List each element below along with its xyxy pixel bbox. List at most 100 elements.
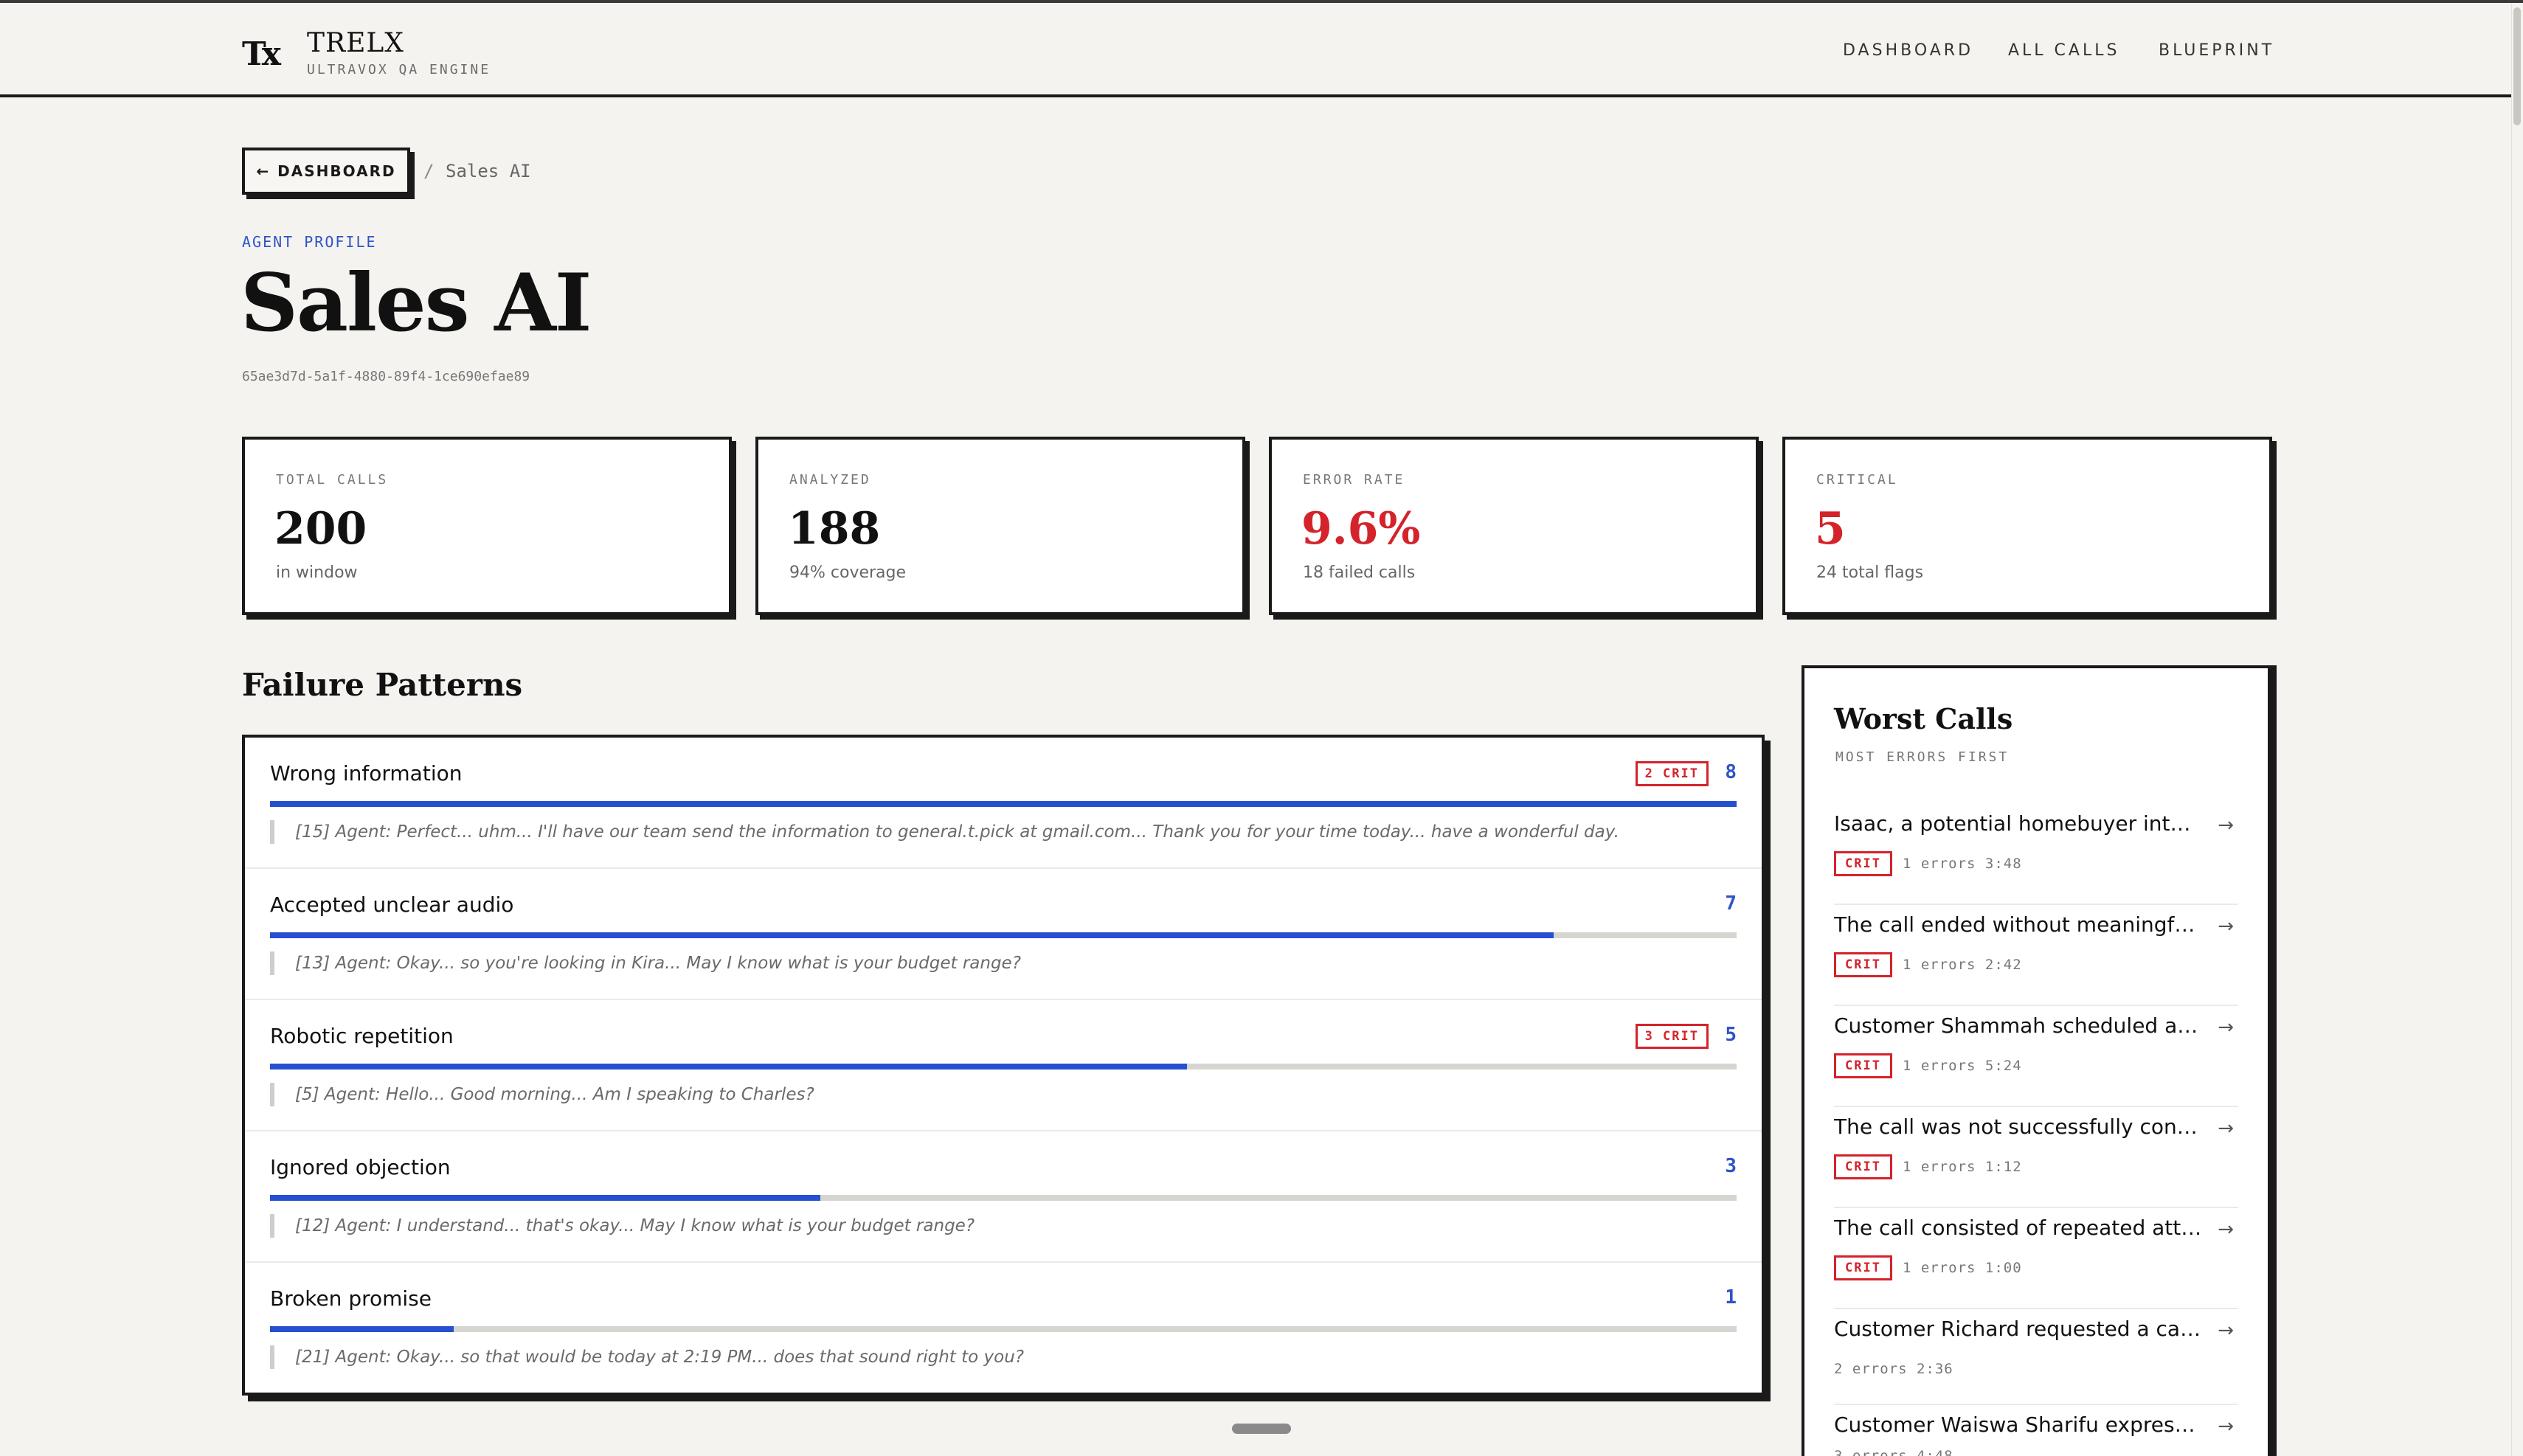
worst-call-item[interactable]: Customer Shammah scheduled an a... → CRI… xyxy=(1834,1006,2238,1107)
nav-all-calls[interactable]: ALL CALLS xyxy=(2008,41,2119,60)
arrow-right-icon: → xyxy=(2218,1016,2234,1039)
arrow-right-icon: → xyxy=(2218,1320,2234,1342)
stat-label: TOTAL CALLS xyxy=(276,472,389,488)
logo[interactable]: Tx xyxy=(242,32,286,77)
stat-card-total-calls: TOTAL CALLS 200 in window xyxy=(242,437,732,615)
pattern-quote: [21] Agent: Okay... so that would be tod… xyxy=(270,1345,1737,1369)
arrow-right-icon: → xyxy=(2218,1117,2234,1140)
arrow-right-icon: → xyxy=(2218,814,2234,836)
stat-value: 188 xyxy=(788,503,881,555)
call-info: 1 errors 5:24 xyxy=(1902,1058,2022,1074)
pattern-name: Robotic repetition xyxy=(270,1024,454,1048)
call-summary: Customer Waiswa Sharifu expressed... xyxy=(1834,1412,2203,1437)
call-info: 1 errors 3:48 xyxy=(1902,856,2022,872)
page-eyebrow: AGENT PROFILE xyxy=(242,233,377,251)
pattern-name: Wrong information xyxy=(270,761,463,786)
brand-name: TRELX xyxy=(307,28,404,58)
pattern-name: Broken promise xyxy=(270,1286,432,1311)
pattern-name: Accepted unclear audio xyxy=(270,892,514,917)
call-summary: Isaac, a potential homebuyer interes... xyxy=(1834,811,2203,836)
stat-label: CRITICAL xyxy=(1816,472,1898,488)
worst-call-item[interactable]: The call ended without meaningful c... →… xyxy=(1834,905,2238,1006)
stat-sub: 18 failed calls xyxy=(1303,564,1416,582)
pattern-count: 8 xyxy=(1725,761,1737,783)
worst-call-item[interactable]: Customer Richard requested a callb... → … xyxy=(1834,1309,2238,1405)
call-info: 1 errors 2:42 xyxy=(1902,957,2022,973)
pattern-bar xyxy=(270,1195,1737,1201)
stat-label: ANALYZED xyxy=(789,472,871,488)
call-info: 2 errors 2:36 xyxy=(1834,1361,1953,1377)
call-summary: Customer Shammah scheduled an a... xyxy=(1834,1013,2203,1038)
pattern-quote: [15] Agent: Perfect... uhm... I'll have … xyxy=(270,820,1737,844)
call-summary: The call consisted of repeated attem... xyxy=(1834,1216,2203,1240)
failure-patterns-title: Failure Patterns xyxy=(242,667,523,703)
pattern-name: Ignored objection xyxy=(270,1155,451,1179)
pattern-bar-fill xyxy=(270,1064,1187,1070)
critical-badge: 3 CRIT xyxy=(1635,1024,1709,1049)
pattern-bar xyxy=(270,801,1737,807)
stat-value: 200 xyxy=(274,503,367,555)
call-info: 1 errors 1:00 xyxy=(1902,1260,2022,1276)
stat-sub: 24 total flags xyxy=(1816,564,1924,582)
pattern-count: 3 xyxy=(1725,1155,1737,1177)
call-meta: 2 errors 2:36 xyxy=(1834,1356,1953,1382)
worst-call-item[interactable]: Customer Waiswa Sharifu expressed... → 3… xyxy=(1834,1405,2238,1456)
critical-badge: CRIT xyxy=(1834,1255,1892,1280)
pattern-bar xyxy=(270,1326,1737,1332)
critical-badge: CRIT xyxy=(1834,851,1892,876)
call-summary: The call ended without meaningful c... xyxy=(1834,912,2203,937)
critical-badge: CRIT xyxy=(1834,1053,1892,1078)
back-button-label: DASHBOARD xyxy=(277,162,396,180)
stat-sub: 94% coverage xyxy=(789,564,907,582)
pattern-bar-fill xyxy=(270,932,1554,938)
page-title: Sales AI xyxy=(240,257,592,350)
worst-call-item[interactable]: Isaac, a potential homebuyer interes... … xyxy=(1834,804,2238,905)
nav-dashboard[interactable]: DASHBOARD xyxy=(1843,41,1973,60)
top-nav-bar: Tx TRELX ULTRAVOX QA ENGINE DASHBOARD AL… xyxy=(0,3,2511,97)
pattern-count: 5 xyxy=(1725,1024,1737,1046)
scrollbar-thumb[interactable] xyxy=(2513,7,2521,125)
agent-id: 65ae3d7d-5a1f-4880-89f4-1ce690efae89 xyxy=(242,369,530,384)
pattern-bar xyxy=(270,1064,1737,1070)
breadcrumb-separator: / xyxy=(423,161,435,181)
critical-badge: CRIT xyxy=(1834,952,1892,977)
stat-card-analyzed: ANALYZED 188 94% coverage xyxy=(755,437,1245,615)
pattern-bar-fill xyxy=(270,1195,820,1201)
call-summary: Customer Richard requested a callb... xyxy=(1834,1317,2203,1341)
stat-card-critical: CRITICAL 5 24 total flags xyxy=(1782,437,2272,615)
pattern-row[interactable]: Robotic repetition 3 CRIT 5 [5] Agent: H… xyxy=(245,1000,1762,1131)
pattern-row[interactable]: Accepted unclear audio 7 [13] Agent: Oka… xyxy=(245,869,1762,1000)
call-meta: CRIT 1 errors 5:24 xyxy=(1834,1053,2022,1078)
stat-value: 9.6% xyxy=(1301,503,1421,555)
failure-patterns-panel: Wrong information 2 CRIT 8 [15] Agent: P… xyxy=(242,735,1765,1396)
call-meta: 3 errors 4:48 xyxy=(1834,1443,1953,1456)
pattern-quote: [13] Agent: Okay... so you're looking in… xyxy=(270,951,1737,975)
logo-mark: Tx xyxy=(242,35,281,73)
worst-calls-title: Worst Calls xyxy=(1834,702,2013,735)
call-meta: CRIT 1 errors 3:48 xyxy=(1834,851,2022,876)
pattern-row[interactable]: Wrong information 2 CRIT 8 [15] Agent: P… xyxy=(245,738,1762,869)
critical-badge: 2 CRIT xyxy=(1635,761,1709,786)
pattern-row[interactable]: Ignored objection 3 [12] Agent: I unders… xyxy=(245,1131,1762,1263)
arrow-left-icon: ← xyxy=(256,162,271,180)
scroll-indicator[interactable] xyxy=(1232,1424,1291,1434)
worst-calls-panel: Worst Calls MOST ERRORS FIRST Isaac, a p… xyxy=(1802,665,2271,1456)
call-summary: The call was not successfully conne... xyxy=(1834,1114,2203,1139)
worst-call-item[interactable]: The call consisted of repeated attem... … xyxy=(1834,1208,2238,1309)
pattern-row[interactable]: Broken promise 1 [21] Agent: Okay... so … xyxy=(245,1263,1762,1394)
pattern-quote: [5] Agent: Hello... Good morning... Am I… xyxy=(270,1083,1737,1106)
call-info: 3 errors 4:48 xyxy=(1834,1448,1953,1456)
stat-sub: in window xyxy=(276,564,358,582)
nav-blueprint[interactable]: BLUEPRINT xyxy=(2159,41,2274,60)
call-meta: CRIT 1 errors 1:00 xyxy=(1834,1255,2022,1280)
worst-calls-subtitle: MOST ERRORS FIRST xyxy=(1835,749,2010,765)
pattern-count: 1 xyxy=(1725,1286,1737,1308)
worst-call-item[interactable]: The call was not successfully conne... →… xyxy=(1834,1107,2238,1208)
arrow-right-icon: → xyxy=(2218,1415,2234,1438)
pattern-bar xyxy=(270,932,1737,938)
stat-value: 5 xyxy=(1815,503,1846,555)
page-scrollbar[interactable] xyxy=(2511,3,2523,1456)
brand-subtitle: ULTRAVOX QA ENGINE xyxy=(307,62,491,77)
arrow-right-icon: → xyxy=(2218,915,2234,937)
back-to-dashboard-button[interactable]: ← DASHBOARD xyxy=(242,148,410,195)
